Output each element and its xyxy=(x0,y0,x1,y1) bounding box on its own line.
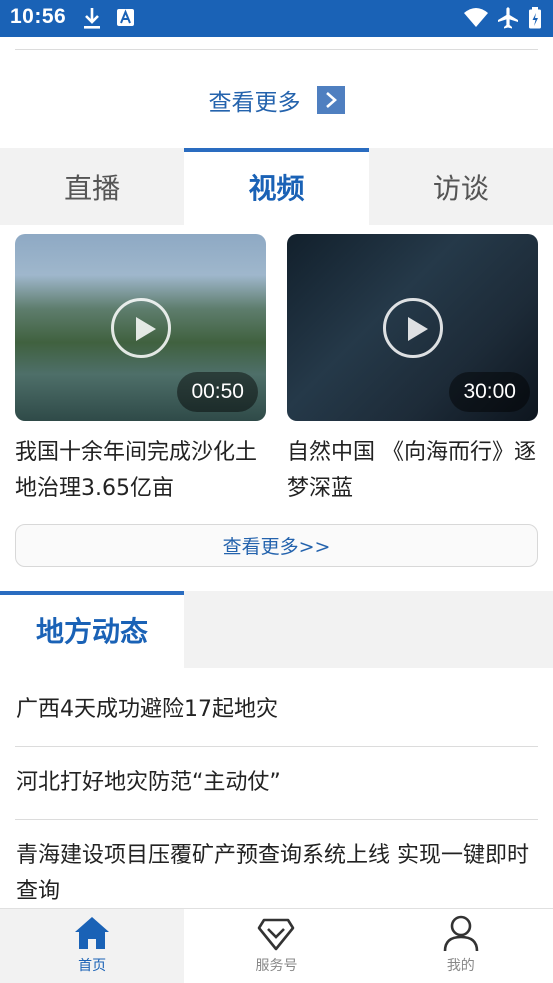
tab-live[interactable]: 直播 xyxy=(0,148,184,225)
battery-icon xyxy=(528,6,542,34)
news-item[interactable]: 广西4天成功避险17起地灾 xyxy=(16,692,538,728)
nav-label: 服务号 xyxy=(255,958,298,974)
see-more-link[interactable]: 查看更多 xyxy=(0,78,553,122)
video-duration: 00:50 xyxy=(177,372,258,412)
divider xyxy=(15,49,538,50)
bottom-navigation: 首页 服务号 我的 xyxy=(0,908,553,983)
divider xyxy=(15,746,538,747)
news-item[interactable]: 河北打好地灾防范“主动仗” xyxy=(16,765,538,801)
chevron-right-icon[interactable] xyxy=(316,86,345,114)
app-notification-icon xyxy=(116,6,136,34)
user-icon xyxy=(443,915,479,952)
tab-label: 直播 xyxy=(64,171,121,205)
video-card[interactable]: 30:00 自然中国 《向海而行》逐梦深蓝 xyxy=(287,234,538,507)
tab-video[interactable]: 视频 xyxy=(184,148,369,225)
nav-home[interactable]: 首页 xyxy=(0,909,185,983)
see-more-videos-label: 查看更多>> xyxy=(222,536,331,558)
video-title[interactable]: 自然中国 《向海而行》逐梦深蓝 xyxy=(287,435,538,507)
news-item[interactable]: 青海建设项目压覆矿产预查询系统上线 实现一键即时查询 xyxy=(16,838,538,910)
video-thumbnail[interactable]: 00:50 xyxy=(15,234,266,421)
download-icon xyxy=(82,6,102,34)
video-title[interactable]: 我国十余年间完成沙化土地治理3.65亿亩 xyxy=(15,435,266,507)
tab-label: 访谈 xyxy=(432,171,489,205)
see-more-label: 查看更多 xyxy=(208,90,301,116)
wifi-icon xyxy=(463,6,489,34)
status-bar: 10:56 xyxy=(0,0,553,37)
tab-interview[interactable]: 访谈 xyxy=(369,148,553,225)
play-icon[interactable] xyxy=(382,297,443,358)
see-more-videos-button[interactable]: 查看更多>> xyxy=(15,524,538,567)
nav-mine[interactable]: 我的 xyxy=(369,909,553,983)
airplane-icon xyxy=(496,6,520,34)
section-tabs: 地方动态 xyxy=(0,591,553,668)
status-time: 10:56 xyxy=(10,5,67,28)
nav-service[interactable]: 服务号 xyxy=(184,909,368,983)
nav-label: 我的 xyxy=(446,958,475,974)
video-thumbnail[interactable]: 30:00 xyxy=(287,234,538,421)
nav-label: 首页 xyxy=(78,958,107,974)
divider xyxy=(15,819,538,820)
content-tabs: 直播 视频 访谈 xyxy=(0,148,553,225)
video-duration: 30:00 xyxy=(449,372,530,412)
tab-local-news[interactable]: 地方动态 xyxy=(0,591,184,668)
play-icon[interactable] xyxy=(110,297,171,358)
video-card[interactable]: 00:50 我国十余年间完成沙化土地治理3.65亿亩 xyxy=(15,234,266,507)
section-title: 地方动态 xyxy=(35,614,148,648)
tab-label: 视频 xyxy=(248,171,305,205)
home-icon xyxy=(75,917,110,949)
service-diamond-icon xyxy=(258,918,295,951)
